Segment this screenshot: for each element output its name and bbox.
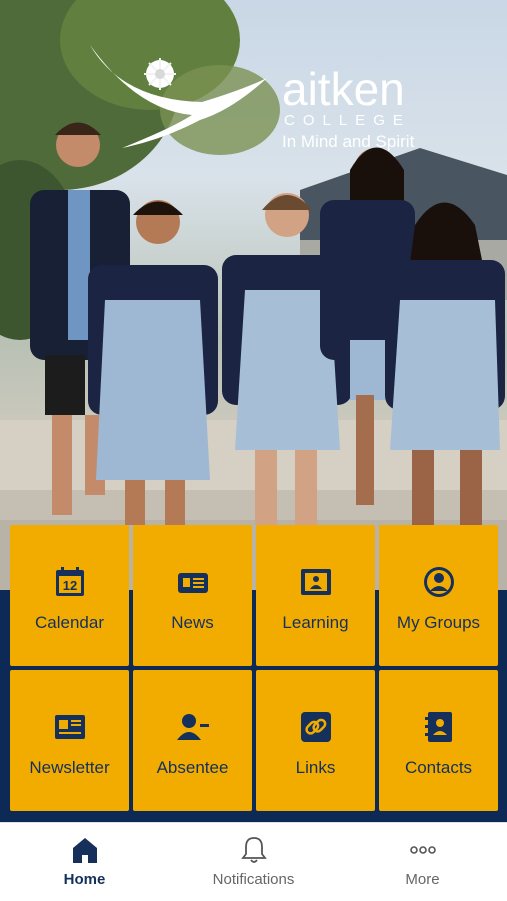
logo-tagline: In Mind and Spirit xyxy=(282,132,415,151)
my-groups-label: My Groups xyxy=(396,612,481,632)
contacts-label: Contacts xyxy=(404,757,473,777)
tab-notifications[interactable]: Notifications xyxy=(169,823,338,901)
logo-wordmark: aitken xyxy=(282,63,405,115)
hero-photo: aitken COLLEGE In Mind and Spirit xyxy=(0,0,507,590)
tab-more-label: More xyxy=(405,871,440,888)
absentee-tile[interactable]: Absentee xyxy=(133,670,252,811)
calendar-label: Calendar xyxy=(35,612,104,632)
tab-home-label: Home xyxy=(63,871,106,888)
learning-tile[interactable]: Learning xyxy=(256,525,375,666)
groups-icon xyxy=(423,566,454,597)
more-icon xyxy=(409,846,436,854)
bell-icon xyxy=(240,837,267,863)
my-groups-tile[interactable]: My Groups xyxy=(379,525,498,666)
dove-logo-icon xyxy=(90,45,267,148)
absentee-label: Absentee xyxy=(156,757,229,777)
link-icon xyxy=(300,711,331,742)
logo-college: COLLEGE xyxy=(284,112,411,129)
newsletter-tile[interactable]: Newsletter xyxy=(10,670,129,811)
tab-more[interactable]: More xyxy=(338,823,507,901)
menu-grid: 12 Calendar News Learning My Groups News… xyxy=(10,525,498,811)
tab-notifications-label: Notifications xyxy=(212,871,295,888)
contacts-tile[interactable]: Contacts xyxy=(379,670,498,811)
learning-label: Learning xyxy=(282,612,349,632)
news-label: News xyxy=(171,612,214,632)
news-tile[interactable]: News xyxy=(133,525,252,666)
calendar-tile[interactable]: 12 Calendar xyxy=(10,525,129,666)
newsletter-label: Newsletter xyxy=(29,757,110,777)
links-label: Links xyxy=(295,757,336,777)
calendar-icon: 12 xyxy=(55,566,84,596)
newsletter-icon xyxy=(54,714,85,739)
home-icon xyxy=(72,838,97,863)
contacts-icon xyxy=(424,711,452,742)
learning-icon xyxy=(300,568,331,595)
tab-home[interactable]: Home xyxy=(0,823,169,901)
bottom-tab-bar: Home Notifications More xyxy=(0,822,507,901)
college-logo: aitken COLLEGE In Mind and Spirit xyxy=(82,40,432,160)
links-tile[interactable]: Links xyxy=(256,670,375,811)
calendar-day: 12 xyxy=(62,578,76,593)
newspaper-icon xyxy=(177,572,208,593)
absentee-icon xyxy=(176,713,209,740)
